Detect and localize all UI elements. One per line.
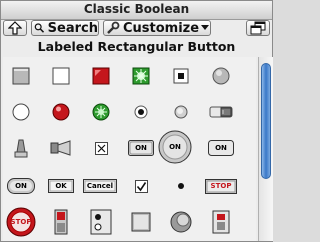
up-arrow-button[interactable] (3, 20, 27, 36)
vertical-toggle-lever[interactable] (203, 205, 239, 239)
search-label: Search (47, 20, 98, 36)
radio-button-plain[interactable] (163, 169, 199, 203)
vertical-scrollbar[interactable] (258, 57, 273, 241)
round-light-gray[interactable] (203, 59, 239, 93)
on-label: ON (135, 144, 147, 152)
customize-label: Customize (123, 20, 200, 36)
square-light-white[interactable] (43, 59, 79, 93)
round-push-button[interactable] (163, 95, 199, 129)
palette-grid: ON ON ON ON OK Cancel STOP STOP (3, 57, 256, 241)
scrollbar-thumb[interactable] (261, 63, 271, 179)
check-box-checkmark[interactable] (123, 169, 159, 203)
on-label: ON (15, 182, 27, 190)
vertical-rocker-switch[interactable] (43, 205, 79, 239)
search-icon (34, 23, 45, 33)
windows-icon (250, 21, 266, 35)
ok-button[interactable]: OK (43, 169, 79, 203)
customize-button[interactable]: Customize (103, 20, 211, 36)
on-label: ON (215, 144, 227, 152)
vertical-toggle-switch[interactable] (3, 131, 39, 165)
cancel-button[interactable]: Cancel (81, 169, 119, 203)
round-radio-button[interactable] (123, 95, 159, 129)
horizontal-toggle-switch[interactable] (203, 95, 239, 129)
square-radio-button[interactable] (163, 59, 199, 93)
horizontal-slide-switch[interactable] (43, 131, 79, 165)
classic-boolean-palette-window: Classic Boolean Search Customize Labeled… (0, 0, 273, 242)
round-on-button[interactable]: ON (155, 127, 195, 167)
rectangular-on-button[interactable]: ON (123, 131, 159, 165)
round-led-red[interactable] (43, 95, 79, 129)
flat-on-button[interactable]: ON (203, 131, 239, 165)
search-button[interactable]: Search (31, 20, 99, 36)
restore-palette-button[interactable] (246, 20, 270, 36)
vertical-slide-switch[interactable] (83, 205, 119, 239)
ok-label: OK (55, 182, 67, 190)
palette-toolbar: Search Customize (3, 19, 270, 38)
square-push-button-3d[interactable] (123, 205, 159, 239)
on-label: ON (169, 143, 181, 151)
palette-header: Labeled Rectangular Button (37, 39, 236, 54)
stop-label: STOP (10, 218, 32, 226)
stop-button-round[interactable]: STOP (3, 205, 39, 239)
stop-button-rectangular[interactable]: STOP (201, 169, 241, 203)
cylinder-push-button[interactable] (163, 205, 199, 239)
dropdown-arrow-icon (201, 25, 210, 30)
square-led-red[interactable] (83, 59, 119, 93)
cancel-label: Cancel (86, 182, 114, 190)
window-title: Classic Boolean (83, 2, 190, 16)
up-arrow-icon (8, 21, 22, 35)
round-light-white[interactable] (3, 95, 39, 129)
check-box-x[interactable] (83, 131, 119, 165)
round-led-green[interactable] (83, 95, 119, 129)
stop-label: STOP (210, 182, 232, 190)
square-led-green[interactable] (123, 59, 159, 93)
wrench-icon (107, 21, 120, 34)
rounded-on-button[interactable]: ON (3, 169, 39, 203)
title-bar[interactable]: Classic Boolean (1, 1, 272, 20)
square-light-gray[interactable] (3, 59, 39, 93)
